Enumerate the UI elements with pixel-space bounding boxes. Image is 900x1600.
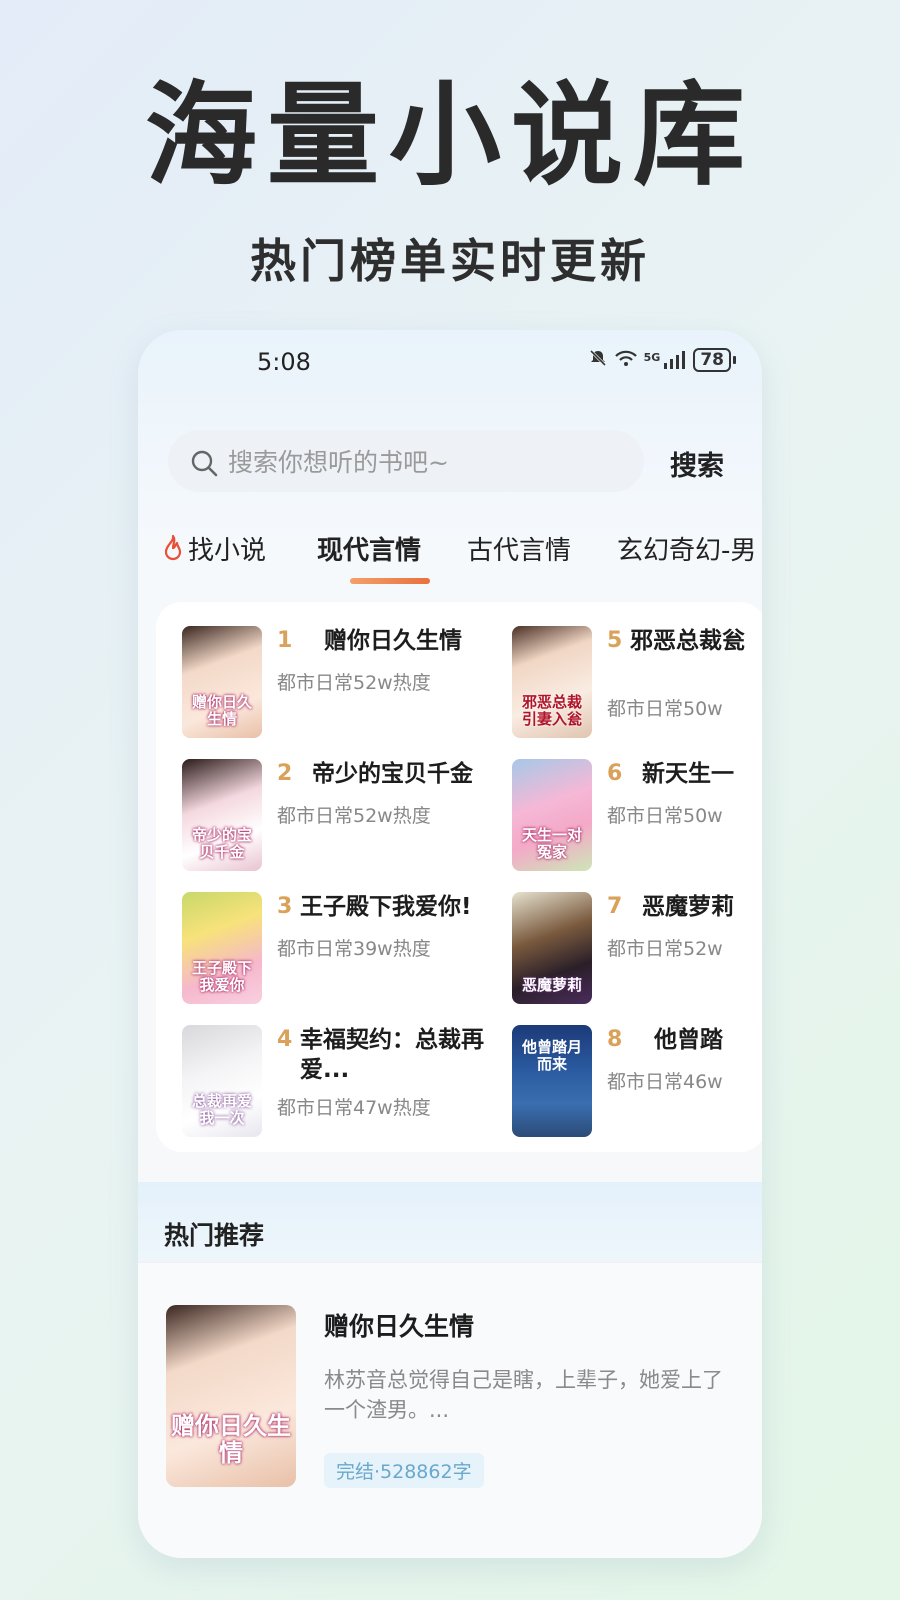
book-title: 王子殿下我爱你!	[300, 894, 472, 920]
book-description: 林苏音总觉得自己是瞎，上辈子，她爱上了一个渣男。...	[324, 1368, 723, 1422]
rank-number: 4	[277, 1027, 293, 1052]
rank-number: 7	[607, 894, 623, 919]
book-meta: 都市日常39w热度	[277, 938, 431, 960]
tab-label: 古代言情	[467, 536, 572, 566]
rank-item[interactable]: 帝少的宝贝千金 2 帝少的宝贝千金 都市日常52w热度	[182, 759, 482, 874]
book-cover: 帝少的宝贝千金	[182, 759, 262, 871]
cover-title: 总裁再爱我一次	[191, 1091, 252, 1127]
section-title: 热门推荐	[164, 1221, 265, 1250]
tab-fantasy[interactable]: 玄幻奇幻-男	[617, 530, 756, 567]
category-tabs: 找小说 现代言情 古代言情 玄幻奇幻-男	[162, 522, 762, 584]
rank-number: 3	[277, 894, 293, 919]
book-meta: 都市日常52w热度	[277, 805, 431, 827]
wifi-icon	[614, 348, 638, 372]
book-meta: 都市日常50w	[607, 698, 723, 720]
rank-number: 5	[607, 628, 623, 653]
search-button[interactable]: 搜索	[670, 444, 724, 483]
rank-item[interactable]: 天生一对冤家 6 新天生一 都市日常50w	[512, 759, 762, 874]
cover-title: 帝少的宝贝千金	[191, 825, 252, 861]
book-meta: 都市日常50w	[607, 805, 723, 827]
book-cover: 恶魔萝莉	[512, 892, 592, 1004]
rank-item[interactable]: 王子殿下我爱你 3 王子殿下我爱你! 都市日常39w热度	[182, 892, 482, 1007]
book-cover: 王子殿下我爱你	[182, 892, 262, 1004]
rank-number: 8	[607, 1027, 623, 1052]
search-icon	[190, 449, 218, 477]
book-title: 幸福契约：总裁再爱...	[300, 1027, 484, 1083]
rank-item[interactable]: 恶魔萝莉 7 恶魔萝莉 都市日常52w	[512, 892, 762, 1007]
tab-find-novel[interactable]: 找小说	[162, 530, 266, 568]
book-title: 新天生一	[642, 761, 734, 787]
book-title: 赠你日久生情	[324, 1312, 475, 1341]
book-title: 邪恶总裁瓮	[630, 628, 745, 654]
cover-title: 天生一对冤家	[521, 825, 582, 861]
promo-headline: 海量小说库	[145, 71, 755, 201]
tab-label: 找小说	[188, 536, 267, 566]
signal-label: 5G	[643, 351, 661, 364]
book-title: 恶魔萝莉	[642, 894, 734, 920]
cover-title: 赠你日久生情	[171, 1410, 291, 1468]
book-cover: 天生一对冤家	[512, 759, 592, 871]
signal-icon: 5G	[644, 351, 688, 369]
rank-number: 2	[277, 761, 293, 786]
rank-item[interactable]: 赠你日久生情 1 赠你日久生情 都市日常52w热度	[182, 626, 482, 741]
battery-icon: 78	[693, 348, 731, 372]
active-tab-indicator	[350, 578, 430, 584]
recommend-book-card[interactable]: 赠你日久生情 赠你日久生情 林苏音总觉得自己是瞎，上辈子，她爱上了一个渣男。..…	[138, 1262, 762, 1558]
book-meta: 都市日常47w热度	[277, 1097, 431, 1119]
cover-title: 赠你日久生情	[191, 692, 252, 728]
battery-tip	[733, 356, 736, 364]
rank-item[interactable]: 总裁再爱我一次 4 幸福契约：总裁再爱... 都市日常47w热度	[182, 1025, 484, 1150]
phone-screen: 5:08 5G 78 搜索你想听的书吧~ 搜索 找小说 现代言情 古代言情 玄幻…	[138, 330, 762, 1558]
rank-item[interactable]: 邪恶总裁引妻入瓮 5 邪恶总裁瓮 都市日常50w	[512, 626, 762, 741]
tab-label: 现代言情	[317, 536, 422, 566]
recommend-header: 热门推荐	[138, 1182, 762, 1262]
status-icons: 5G 78	[588, 348, 736, 372]
book-cover: 邪恶总裁引妻入瓮	[512, 626, 592, 738]
book-meta: 都市日常52w	[607, 938, 723, 960]
cover-title: 恶魔萝莉	[521, 975, 582, 994]
mute-icon	[588, 348, 608, 372]
status-time: 5:08	[257, 348, 311, 376]
book-cover: 总裁再爱我一次	[182, 1025, 262, 1137]
ranking-card: 赠你日久生情 1 赠你日久生情 都市日常52w热度 帝少的宝贝千金 2 帝少的宝…	[156, 602, 762, 1152]
book-title: 他曾踏	[654, 1027, 723, 1053]
cover-title: 邪恶总裁引妻入瓮	[521, 692, 582, 728]
rank-number: 6	[607, 761, 623, 786]
book-title: 赠你日久生情	[324, 628, 462, 654]
book-cover: 赠你日久生情	[182, 626, 262, 738]
status-badge: 完结·528862字	[324, 1453, 484, 1488]
cover-title: 王子殿下我爱你	[191, 958, 252, 994]
rank-number: 1	[277, 628, 293, 653]
book-meta: 都市日常52w热度	[277, 672, 431, 694]
tab-modern-romance[interactable]: 现代言情	[317, 530, 421, 567]
rank-item[interactable]: 他曾踏月而来 8 他曾踏 都市日常46w	[512, 1025, 762, 1140]
book-cover: 他曾踏月而来	[512, 1025, 592, 1137]
book-cover: 赠你日久生情	[166, 1305, 296, 1487]
cover-title: 他曾踏月而来	[521, 1038, 582, 1074]
search-input[interactable]: 搜索你想听的书吧~	[168, 430, 644, 492]
tab-label: 玄幻奇幻-男	[617, 536, 757, 566]
search-placeholder: 搜索你想听的书吧~	[228, 448, 449, 477]
status-bar: 5:08 5G 78	[138, 330, 762, 400]
book-title: 帝少的宝贝千金	[312, 761, 473, 787]
book-meta: 都市日常46w	[607, 1071, 723, 1093]
tab-ancient-romance[interactable]: 古代言情	[467, 530, 571, 567]
fire-icon	[162, 534, 184, 568]
promo-subline: 热门榜单实时更新	[250, 234, 650, 288]
